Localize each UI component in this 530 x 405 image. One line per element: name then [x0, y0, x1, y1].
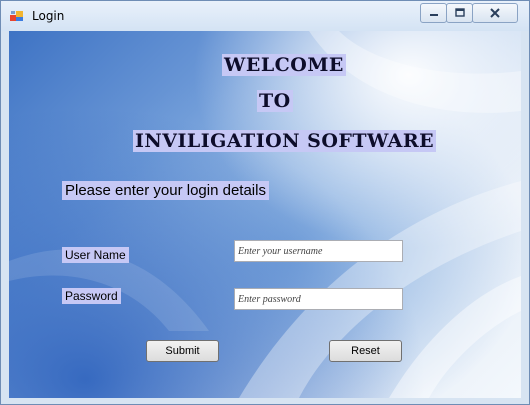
close-icon — [490, 8, 500, 18]
minimize-icon — [429, 14, 438, 16]
maximize-icon — [454, 8, 465, 17]
close-button[interactable] — [472, 3, 518, 23]
form-client-area: WELCOME TO INVILIGATION SOFTWARE Please … — [9, 31, 521, 398]
submit-button[interactable]: Submit — [146, 340, 219, 362]
window-title: Login — [32, 9, 65, 23]
username-input[interactable] — [234, 240, 403, 262]
welcome-heading: WELCOME — [222, 54, 346, 76]
minimize-button[interactable] — [420, 3, 447, 23]
app-icon — [10, 11, 23, 21]
background-swoosh — [9, 31, 521, 398]
password-label: Password — [62, 288, 121, 304]
maximize-button[interactable] — [446, 3, 473, 23]
reset-button[interactable]: Reset — [329, 340, 402, 362]
username-label: User Name — [62, 247, 129, 263]
to-heading: TO — [257, 90, 293, 112]
software-heading: INVILIGATION SOFTWARE — [133, 130, 437, 152]
password-input[interactable] — [234, 288, 403, 310]
login-window: Login WELCOME TO INVILIGATION SOFTWARE P… — [0, 0, 530, 405]
login-prompt: Please enter your login details — [62, 181, 269, 200]
title-bar[interactable]: Login — [1, 1, 529, 31]
